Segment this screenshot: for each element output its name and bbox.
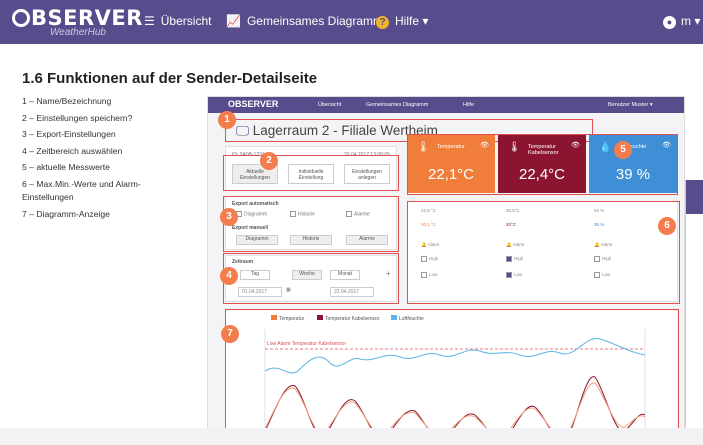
screenshot-user: Benutzer Muster ▾ (608, 102, 653, 108)
screenshot-logo: OBSERVER (228, 99, 279, 109)
nav-help[interactable]: ? Hilfe ▾ (376, 14, 428, 29)
screenshot-nav-chart: Gemeinsames Diagramm (366, 102, 429, 108)
steps-list: 1 – Name/Bezeichnung 2 – Einstellungen s… (22, 95, 192, 224)
step-item: 5 – aktuelle Messwerte (22, 162, 110, 172)
badge-3: 3 (220, 208, 238, 226)
step-item: 7 – Diagramm-Anzeige (22, 208, 110, 219)
page-title: 1.6 Funktionen auf der Sender-Detailseit… (22, 70, 318, 87)
nav-overview[interactable]: ☰ Übersicht (144, 14, 211, 28)
side-preview-panel (685, 180, 703, 445)
help-icon: ? (376, 16, 389, 29)
screenshot-navbar: OBSERVER Übersicht Gemeinsames Diagramm … (208, 97, 684, 113)
frame-6 (407, 201, 680, 304)
annotated-screenshot: OBSERVER Übersicht Gemeinsames Diagramm … (207, 96, 685, 445)
line-chart-icon: 📈 (226, 14, 241, 28)
badge-7: 7 (221, 325, 239, 343)
step-item: 3 – Export-Einstellungen (22, 129, 116, 139)
frame-7 (225, 309, 679, 444)
step-item: 4 – Zeitbereich auswählen (22, 145, 123, 156)
badge-1: 1 (218, 111, 236, 129)
step-item: 1 – Name/Bezeichnung (22, 96, 112, 106)
logo-ring-icon (12, 9, 30, 27)
nav-shared-chart[interactable]: 📈 Gemeinsames Diagramm (226, 14, 383, 28)
screenshot-nav-overview: Übersicht (318, 102, 342, 108)
frame-4 (223, 253, 399, 304)
top-navbar: BSERVER WeatherHub ☰ Übersicht 📈 Gemeinsam… (0, 0, 703, 44)
user-menu[interactable]: ● m ▾ (663, 14, 700, 29)
menu-icon: ☰ (144, 14, 155, 28)
badge-4: 4 (220, 267, 238, 285)
frame-5 (407, 134, 678, 195)
user-icon: ● (663, 16, 676, 29)
bottom-strip (0, 428, 703, 445)
badge-2: 2 (260, 152, 278, 170)
badge-5: 5 (614, 141, 632, 159)
badge-6: 6 (658, 217, 676, 235)
app-logo[interactable]: BSERVER WeatherHub (12, 6, 143, 38)
frame-3 (223, 196, 399, 252)
step-item: 2 – Einstellungen speichern? (22, 112, 133, 123)
screenshot-nav-help: Hilfe (463, 102, 475, 108)
frame-2 (223, 155, 399, 191)
side-preview-header (686, 180, 703, 214)
step-item: 6 – Max.Min.-Werte und Alarm-Einstellung… (22, 178, 141, 203)
